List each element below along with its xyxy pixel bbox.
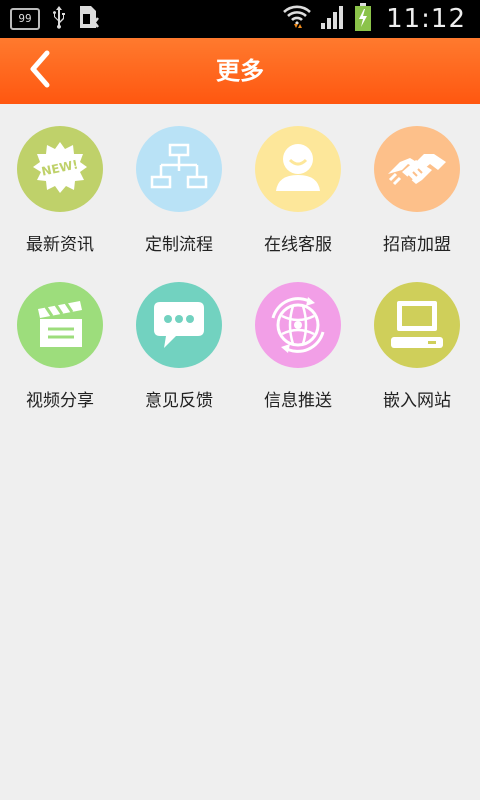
grid-item-label: 视频分享	[26, 391, 94, 411]
grid-item-feedback[interactable]: 意见反馈	[119, 260, 239, 416]
notification-count-badge: 99	[10, 8, 40, 30]
grid-item-label: 嵌入网站	[383, 391, 451, 411]
chevron-left-icon	[27, 49, 53, 93]
page-title: 更多	[216, 57, 264, 85]
wifi-icon	[282, 4, 312, 34]
news-badge-icon: NEW!	[17, 126, 103, 212]
grid-item-label: 信息推送	[264, 391, 332, 411]
grid-item-label: 定制流程	[145, 235, 213, 255]
grid-item-label: 意见反馈	[145, 391, 213, 411]
grid-item-custom-process[interactable]: 定制流程	[119, 104, 239, 260]
grid-item-label: 在线客服	[264, 235, 332, 255]
sim-card-icon	[78, 5, 100, 33]
customer-service-icon	[255, 126, 341, 212]
grid-item-video-share[interactable]: 视频分享	[0, 260, 120, 416]
grid-item-label: 招商加盟	[383, 235, 451, 255]
header-bar: 更多	[0, 38, 480, 104]
grid-item-news[interactable]: NEW! 最新资讯	[0, 104, 120, 260]
grid-item-push-info[interactable]: 信息推送	[238, 260, 358, 416]
status-right-icons: 11:12	[282, 3, 466, 35]
grid-item-franchise[interactable]: 招商加盟	[357, 104, 477, 260]
status-bar: 99 11:12	[0, 0, 480, 38]
back-button[interactable]	[18, 48, 62, 94]
push-globe-icon	[255, 282, 341, 368]
handshake-icon	[374, 126, 460, 212]
signal-icon	[320, 4, 346, 34]
grid-item-label: 最新资讯	[26, 235, 94, 255]
computer-icon	[374, 282, 460, 368]
usb-icon	[50, 5, 68, 33]
clapperboard-icon	[17, 282, 103, 368]
clock: 11:12	[386, 4, 466, 34]
battery-charging-icon	[354, 3, 372, 35]
grid-item-embed-website[interactable]: 嵌入网站	[357, 260, 477, 416]
status-left-icons: 99	[10, 6, 100, 32]
grid-item-online-service[interactable]: 在线客服	[238, 104, 358, 260]
chat-bubble-icon	[136, 282, 222, 368]
flowchart-icon	[136, 126, 222, 212]
